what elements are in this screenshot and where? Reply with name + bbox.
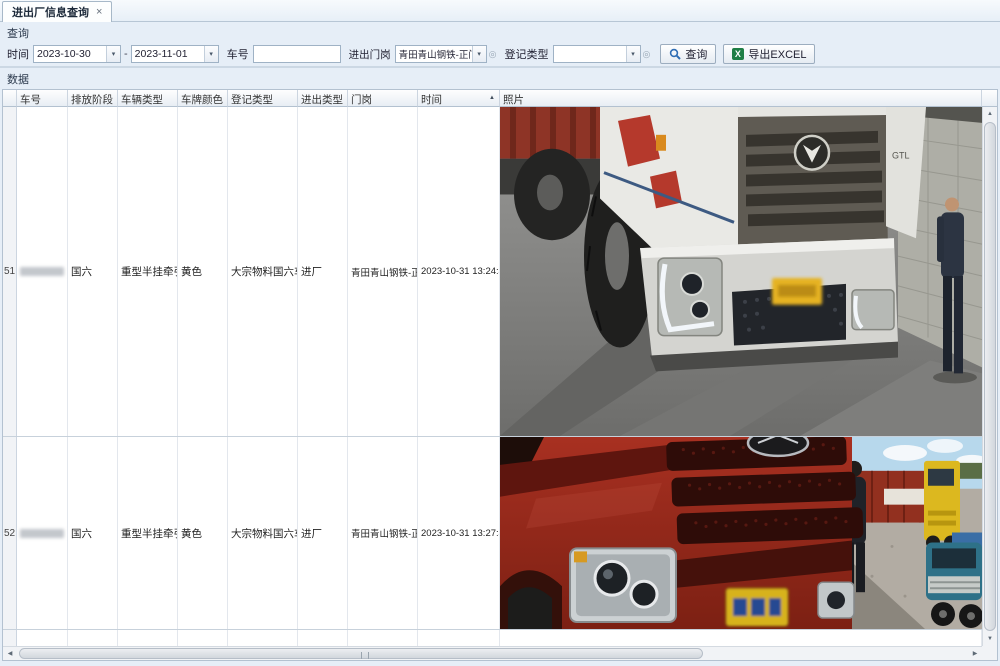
plate-cell	[17, 107, 68, 436]
row-number-cell: 51	[3, 107, 17, 436]
search-icon	[669, 48, 681, 60]
row-number-header	[3, 90, 17, 107]
scroll-thumb-grip	[361, 652, 369, 659]
data-group-title: 数据	[7, 71, 29, 87]
col-header-vehicle-type[interactable]: 车辆类型	[118, 90, 178, 107]
excel-icon	[732, 48, 744, 60]
scroll-right-icon[interactable]: ▶	[968, 647, 982, 660]
query-fields-row: 时间 2023-10-30 ▾ - 2023-11-01 ▾ 车号 进出门岗 青…	[7, 44, 815, 64]
plate-input[interactable]	[253, 45, 341, 63]
header-filler	[982, 90, 997, 107]
col-header-plate-color[interactable]: 车牌颜色	[178, 90, 228, 107]
vertical-scroll-thumb[interactable]	[984, 122, 996, 631]
row-number-cell: 52	[3, 437, 17, 629]
chevron-down-icon[interactable]: ▾	[204, 46, 218, 62]
emission-cell: 国六	[68, 437, 118, 629]
gate-cell: 青田青山钢铁-正门	[348, 437, 418, 629]
tab-entry-exit-query[interactable]: 进出厂信息查询 ×	[2, 1, 112, 22]
redacted-plate	[20, 529, 64, 538]
truck-photo-1: GTL	[500, 107, 982, 436]
redacted-plate	[20, 267, 64, 276]
export-button-label: 导出EXCEL	[748, 46, 806, 62]
query-panel: 查询 时间 2023-10-30 ▾ - 2023-11-01 ▾ 车号 进出门…	[0, 22, 1000, 68]
table-row[interactable]: 51 国六 重型半挂牵引车 黄色 大宗物料国六车 进厂 青田青山钢铁-正门 20…	[3, 107, 997, 437]
vehicle-type-cell: 重型半挂牵引车	[118, 107, 178, 436]
sort-asc-icon: ▲	[489, 95, 495, 101]
clear-icon[interactable]: ◎	[489, 49, 497, 60]
col-header-time-label: 时间	[421, 94, 442, 106]
col-header-inout-type[interactable]: 进出类型	[298, 90, 348, 107]
regtype-label: 登记类型	[505, 46, 549, 62]
tab-bar: 进出厂信息查询 ×	[0, 0, 1000, 22]
plate-label: 车号	[227, 46, 249, 62]
search-button[interactable]: 查询	[660, 44, 716, 64]
results-grid: 车号 排放阶段 车辆类型 车牌颜色 登记类型 进出类型 门岗 时间 ▲ 照片 5…	[2, 89, 998, 661]
scrollbar-corner	[982, 646, 997, 660]
data-panel: 数据 车号 排放阶段 车辆类型 车牌颜色 登记类型 进出类型 门岗 时间 ▲ 照…	[0, 68, 1000, 666]
table-row[interactable]: 52 国六 重型半挂牵引车 黄色 大宗物料国六车 进厂 青田青山钢铁-正门 20…	[3, 437, 997, 630]
vehicle-type-cell: 重型半挂牵引车	[118, 437, 178, 629]
time-label: 时间	[7, 46, 29, 62]
date-from-picker[interactable]: 2023-10-30 ▾	[33, 45, 121, 63]
scroll-left-icon[interactable]: ◀	[3, 647, 17, 660]
gate-select[interactable]: 青田青山钢铁-正门 ▾	[395, 45, 487, 63]
horizontal-scroll-thumb[interactable]	[19, 648, 703, 659]
date-to-picker[interactable]: 2023-11-01 ▾	[131, 45, 219, 63]
col-header-plate[interactable]: 车号	[17, 90, 68, 107]
truck-photo-2	[500, 437, 982, 629]
reg-type-cell: 大宗物料国六车	[228, 437, 298, 629]
grid-header-row: 车号 排放阶段 车辆类型 车牌颜色 登记类型 进出类型 门岗 时间 ▲ 照片	[3, 90, 997, 107]
time-cell: 2023-10-31 13:24:47	[418, 107, 500, 436]
horizontal-scrollbar[interactable]: ◀ ▶	[3, 646, 982, 660]
chevron-down-icon[interactable]: ▾	[626, 46, 640, 62]
gate-label: 进出门岗	[349, 47, 391, 62]
col-header-time[interactable]: 时间 ▲	[418, 90, 500, 107]
gate-value: 青田青山钢铁-正门	[396, 47, 472, 61]
plate-color-cell: 黄色	[178, 437, 228, 629]
inout-type-cell: 进厂	[298, 107, 348, 436]
date-range-separator: -	[124, 48, 128, 60]
tab-title: 进出厂信息查询	[12, 4, 89, 20]
clear-icon[interactable]: ◎	[643, 49, 651, 60]
inout-type-cell: 进厂	[298, 437, 348, 629]
close-icon[interactable]: ×	[96, 7, 102, 18]
emission-cell: 国六	[68, 107, 118, 436]
col-header-photo[interactable]: 照片	[500, 90, 982, 107]
export-excel-button[interactable]: 导出EXCEL	[723, 44, 815, 64]
regtype-select[interactable]: ▾	[553, 45, 641, 63]
time-cell: 2023-10-31 13:27:40	[418, 437, 500, 629]
chevron-down-icon[interactable]: ▾	[472, 46, 486, 62]
date-from-value: 2023-10-30	[34, 48, 106, 60]
col-header-emission[interactable]: 排放阶段	[68, 90, 118, 107]
plate-color-cell: 黄色	[178, 107, 228, 436]
svg-text:GTL: GTL	[892, 151, 910, 161]
scroll-up-icon[interactable]: ▲	[983, 107, 997, 121]
date-to-value: 2023-11-01	[132, 48, 204, 60]
query-group-title: 查询	[7, 25, 29, 41]
chevron-down-icon[interactable]: ▾	[106, 46, 120, 62]
col-header-gate[interactable]: 门岗	[348, 90, 418, 107]
col-header-reg-type[interactable]: 登记类型	[228, 90, 298, 107]
reg-type-cell: 大宗物料国六车	[228, 107, 298, 436]
vertical-scrollbar[interactable]: ▲ ▼	[982, 107, 997, 646]
gate-cell: 青田青山钢铁-正门	[348, 107, 418, 436]
search-button-label: 查询	[685, 46, 707, 62]
truck-photo-red-faw	[500, 437, 982, 629]
plate-cell	[17, 437, 68, 629]
truck-photo-white-foton: GTL	[500, 107, 982, 436]
scroll-down-icon[interactable]: ▼	[983, 632, 997, 646]
